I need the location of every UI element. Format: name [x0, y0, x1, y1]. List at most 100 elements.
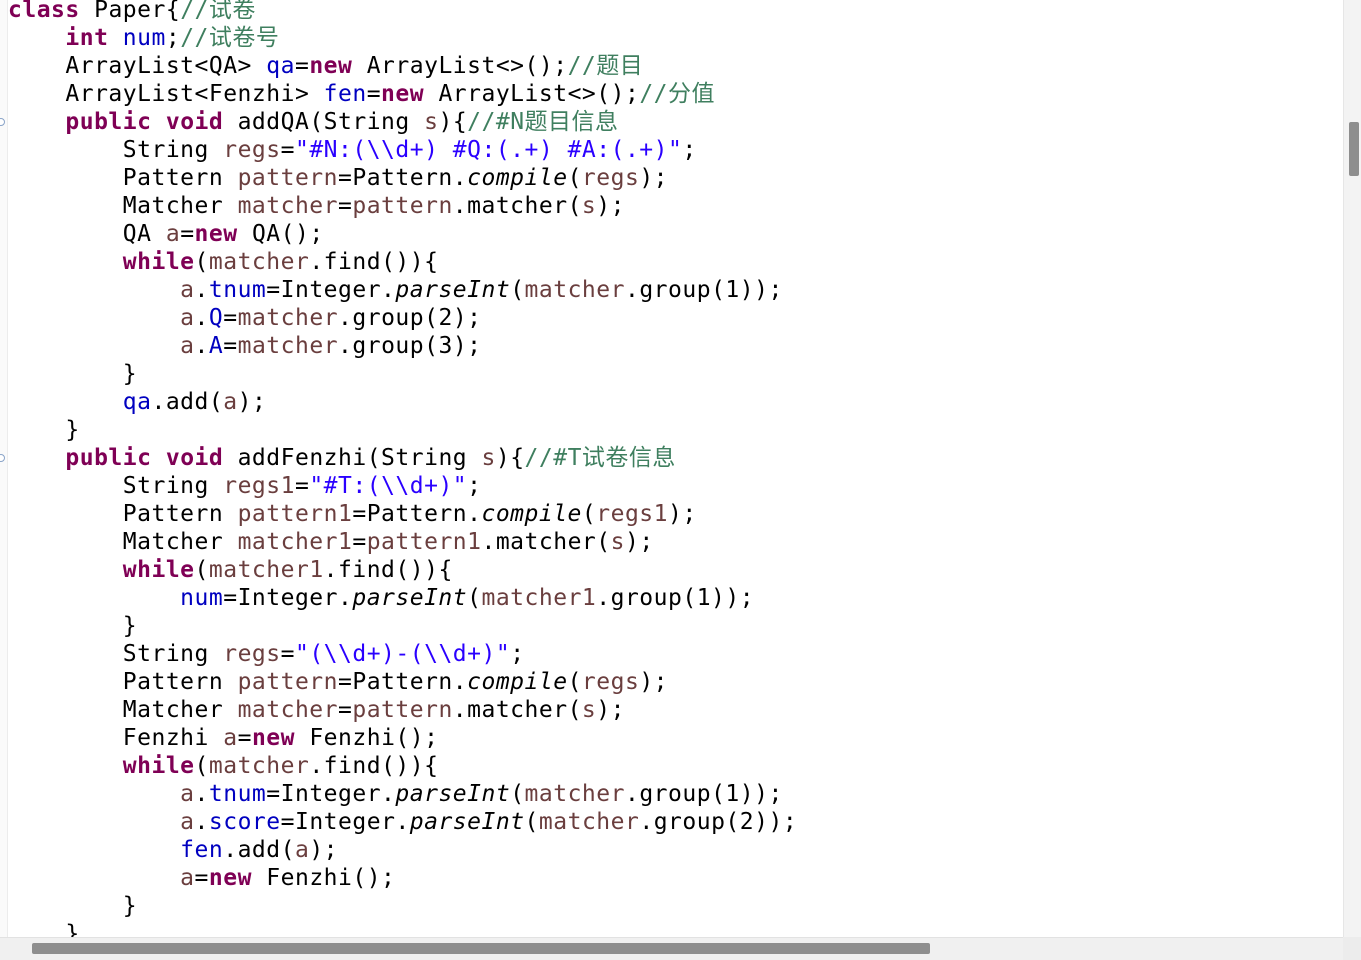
code-text: .find()){ [309, 753, 439, 779]
code-line[interactable]: a.A=matcher.group(3); [8, 332, 797, 360]
code-area[interactable]: class Paper{//试卷 int num;//试卷号 ArrayList… [8, 0, 797, 937]
variable-token: matcher [237, 697, 338, 723]
code-text: . [194, 809, 209, 835]
code-text: Matcher [8, 529, 238, 555]
code-text: ; [467, 473, 482, 499]
comment-token: //#T试卷信息 [524, 445, 676, 471]
code-line[interactable]: int num;//试卷号 [8, 24, 797, 52]
code-text: Paper{ [79, 0, 181, 23]
code-line[interactable]: class Paper{//试卷 [8, 0, 797, 24]
keyword-token: int [65, 25, 109, 51]
code-text: Matcher [8, 697, 238, 723]
code-line[interactable]: ArrayList<Fenzhi> fen=new ArrayList<>();… [8, 80, 797, 108]
code-text: = [194, 865, 209, 891]
code-text: =Integer. [223, 585, 353, 611]
field-token: qa [122, 389, 152, 415]
variable-token: regs1 [596, 501, 669, 527]
code-line[interactable]: a.Q=matcher.group(2); [8, 304, 797, 332]
code-line[interactable]: public void addFenzhi(String s){//#T试卷信息 [8, 444, 797, 472]
code-line[interactable]: } [8, 416, 797, 444]
variable-token: a [180, 333, 195, 359]
code-text: = [280, 137, 295, 163]
static-method-token: compile [467, 669, 568, 695]
code-text: ); [237, 389, 267, 415]
code-line[interactable]: ArrayList<QA> qa=new ArrayList<>();//题目 [8, 52, 797, 80]
code-line[interactable]: while(matcher.find()){ [8, 248, 797, 276]
code-line[interactable]: Matcher matcher=pattern.matcher(s); [8, 192, 797, 220]
code-text: = [294, 473, 310, 499]
code-line[interactable]: Matcher matcher=pattern.matcher(s); [8, 696, 797, 724]
collapse-icon[interactable] [0, 118, 5, 126]
code-text: ( [567, 669, 582, 695]
keyword-token: public [65, 445, 152, 471]
code-text: ( [581, 501, 597, 527]
variable-token: regs [223, 137, 281, 163]
code-line[interactable]: } [8, 892, 797, 920]
code-text: =Integer. [266, 781, 396, 807]
code-line[interactable]: while(matcher1.find()){ [8, 556, 797, 584]
code-line[interactable]: Pattern pattern=Pattern.compile(regs); [8, 164, 797, 192]
code-text: ); [639, 669, 669, 695]
variable-token: pattern [237, 165, 338, 191]
code-editor[interactable]: class Paper{//试卷 int num;//试卷号 ArrayList… [0, 0, 1343, 937]
code-line[interactable]: Pattern pattern=Pattern.compile(regs); [8, 668, 797, 696]
variable-token: a [223, 725, 238, 751]
code-text: ( [467, 585, 482, 611]
code-text: .group(1)); [624, 277, 783, 303]
code-text: .group(1)); [596, 585, 755, 611]
code-text: .find()){ [309, 249, 439, 275]
code-text: ); [309, 837, 339, 863]
code-line[interactable]: Matcher matcher1=pattern1.matcher(s); [8, 528, 797, 556]
code-text: ( [194, 249, 209, 275]
code-line[interactable]: a.score=Integer.parseInt(matcher.group(2… [8, 808, 797, 836]
code-line[interactable]: a.tnum=Integer.parseInt(matcher.group(1)… [8, 276, 797, 304]
code-line[interactable]: a=new Fenzhi(); [8, 864, 797, 892]
code-line[interactable]: Pattern pattern1=Pattern.compile(regs1); [8, 500, 797, 528]
code-text: } [8, 893, 138, 919]
collapse-icon[interactable] [0, 454, 5, 462]
horizontal-scrollbar[interactable] [0, 937, 1361, 960]
field-token: qa [266, 53, 295, 79]
string-token: "(\\d+)-(\\d+)" [294, 641, 511, 667]
code-line[interactable]: } [8, 612, 797, 640]
variable-token: matcher [237, 305, 339, 331]
code-text: .group(1)); [624, 781, 783, 807]
code-line[interactable]: } [8, 360, 797, 388]
vertical-scrollbar-thumb[interactable] [1349, 122, 1359, 176]
vertical-scrollbar[interactable] [1343, 0, 1361, 937]
code-text: . [194, 277, 209, 303]
code-line[interactable]: fen.add(a); [8, 836, 797, 864]
code-line[interactable]: while(matcher.find()){ [8, 752, 797, 780]
field-token: num [180, 585, 224, 611]
keyword-token: new [251, 725, 295, 751]
code-line[interactable]: public void addQA(String s){//#N题目信息 [8, 108, 797, 136]
variable-token: a [180, 809, 195, 835]
comment-token: //#N题目信息 [467, 109, 619, 135]
variable-token: matcher1 [208, 557, 324, 583]
horizontal-scrollbar-thumb[interactable] [32, 943, 930, 954]
code-text: ArrayList<QA> [8, 53, 267, 79]
code-line[interactable]: qa.add(a); [8, 388, 797, 416]
variable-token: pattern1 [237, 501, 353, 527]
field-token: fen [323, 81, 367, 107]
variable-token: matcher1 [237, 529, 353, 555]
comment-token: //题目 [567, 53, 644, 79]
code-text: = [223, 333, 238, 359]
code-line[interactable]: String regs1="#T:(\\d+)"; [8, 472, 797, 500]
code-text: =Pattern. [338, 165, 468, 191]
variable-token: matcher [237, 333, 339, 359]
code-line[interactable]: QA a=new QA(); [8, 220, 797, 248]
code-line[interactable]: } [8, 920, 797, 937]
code-text: addFenzhi(String [223, 445, 482, 471]
code-line[interactable]: String regs="#N:(\\d+) #Q:(.+) #A:(.+)"; [8, 136, 797, 164]
code-line[interactable]: String regs="(\\d+)-(\\d+)"; [8, 640, 797, 668]
static-method-token: parseInt [395, 277, 511, 303]
variable-token: pattern [352, 193, 453, 219]
code-line[interactable]: a.tnum=Integer.parseInt(matcher.group(1)… [8, 780, 797, 808]
code-line[interactable]: num=Integer.parseInt(matcher1.group(1)); [8, 584, 797, 612]
code-line[interactable]: Fenzhi a=new Fenzhi(); [8, 724, 797, 752]
code-text: ); [639, 165, 669, 191]
